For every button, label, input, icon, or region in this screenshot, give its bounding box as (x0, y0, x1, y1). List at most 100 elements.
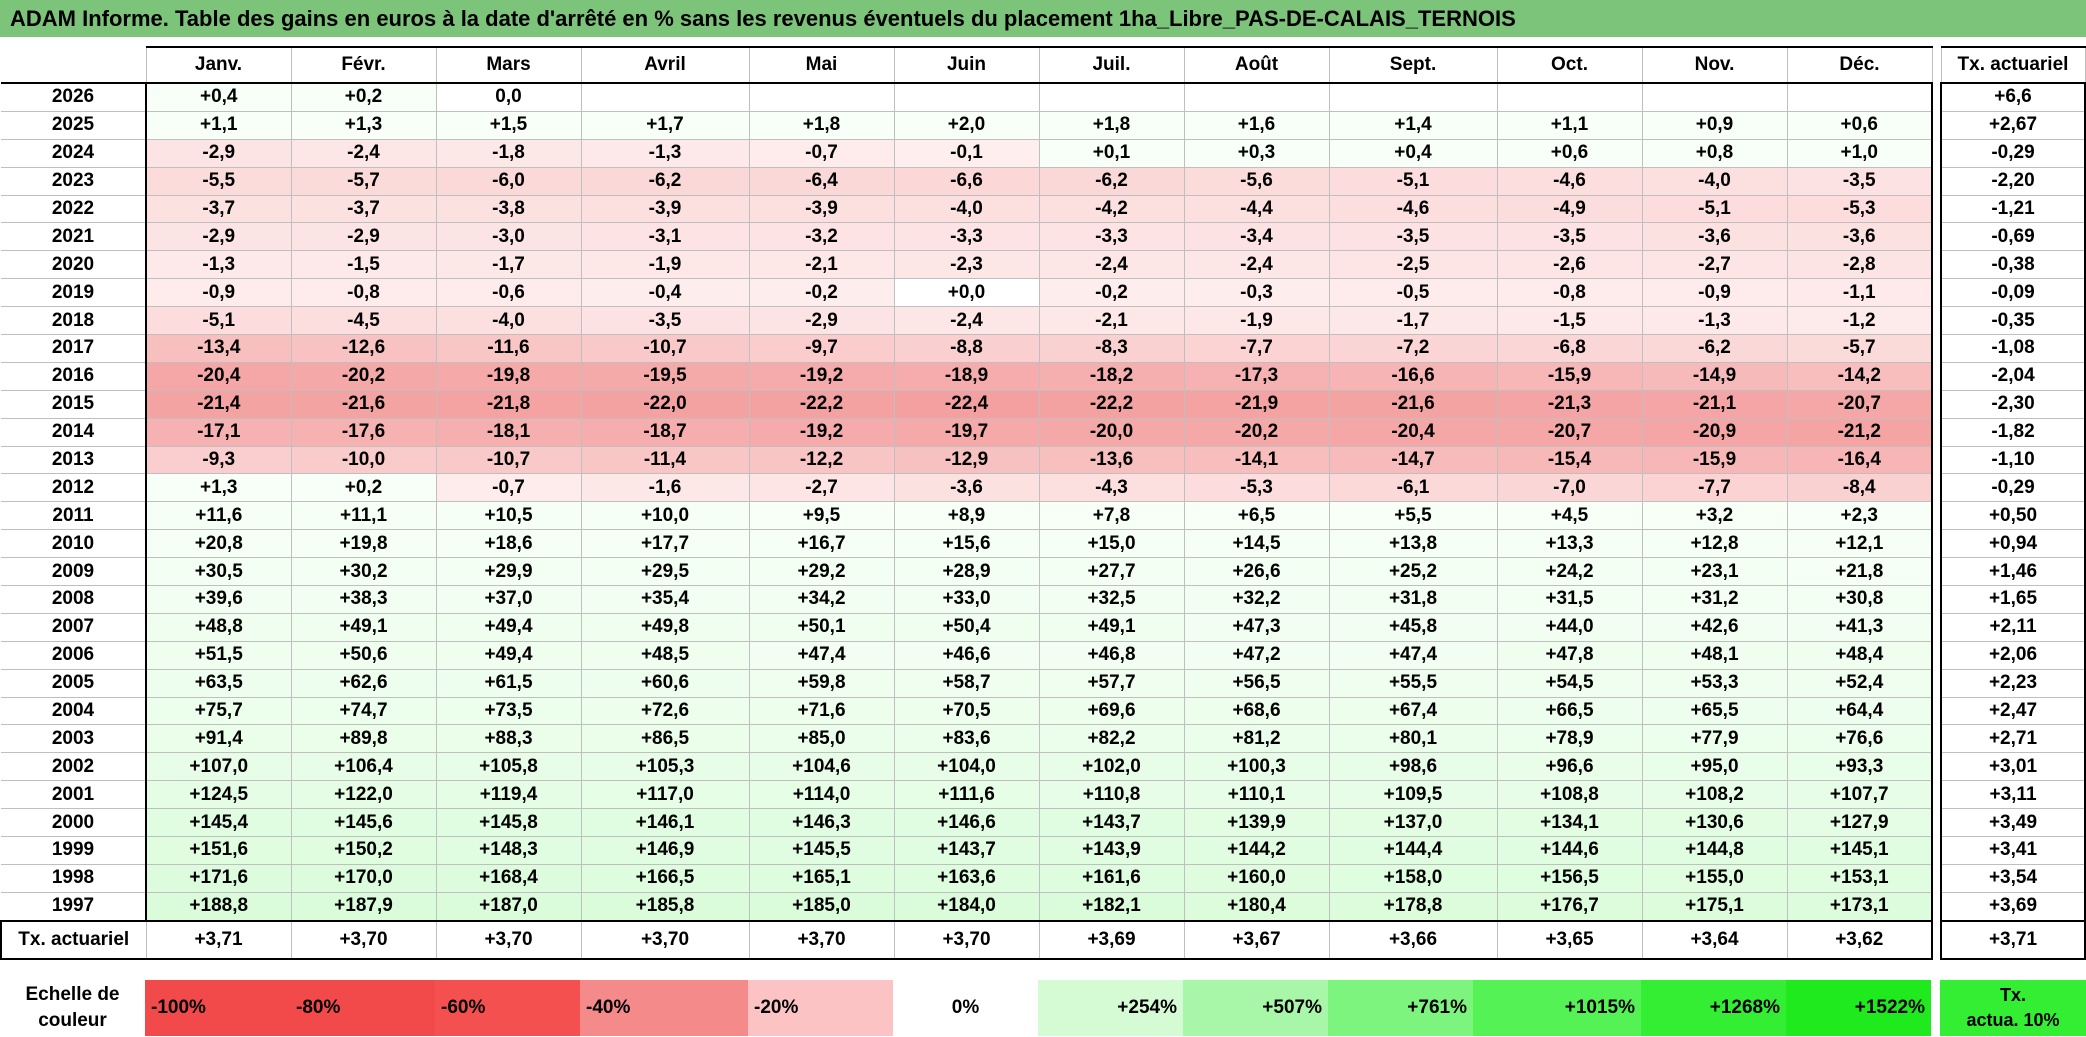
tx-actuariel-cell: -2,04 (1940, 361, 2086, 391)
gain-cell: +1,6 (1183, 110, 1330, 140)
year-label: 2019 (1, 278, 147, 308)
gain-cell: -5,1 (1328, 166, 1498, 196)
gain-cell: -16,4 (1786, 445, 1933, 475)
gain-cell: +107,7 (1786, 780, 1933, 810)
gain-cell: +29,5 (580, 557, 750, 587)
legend-swatch: +1015% (1473, 980, 1641, 1036)
gain-cell: -13,4 (145, 334, 292, 363)
gain-cell: +153,1 (1786, 863, 1933, 893)
gain-cell: -21,3 (1496, 389, 1643, 419)
gain-cell: +67,4 (1328, 696, 1498, 726)
gain-cell: -0,7 (748, 138, 895, 168)
year-label: 2012 (1, 473, 147, 503)
gain-cell: +0,4 (145, 82, 292, 112)
year-label: 2022 (1, 194, 147, 224)
month-header: Sept. (1328, 46, 1498, 84)
gain-cell: -6,8 (1496, 334, 1643, 363)
footer-tx-cell: +3,62 (1786, 919, 1933, 960)
gain-cell: +0,1 (1038, 138, 1185, 168)
gain-cell: +144,6 (1496, 836, 1643, 865)
year-label: 2026 (1, 82, 147, 112)
gain-cell: +182,1 (1038, 891, 1185, 922)
gain-cell: -1,1 (1786, 278, 1933, 308)
gain-cell: -6,1 (1328, 473, 1498, 503)
gain-cell: +11,1 (290, 501, 437, 531)
tx-actuariel-cell: -0,09 (1940, 278, 2086, 308)
gain-cell: +26,6 (1183, 557, 1330, 587)
gain-cell: +46,6 (893, 640, 1040, 670)
table-row: 2013 -9,3 -10,0 -10,7 -11,4 -12,2 -12,9 -13,6 -1… (1, 445, 1933, 475)
gain-cell: -17,1 (145, 417, 292, 447)
footer-label: Tx. actuariel (0, 919, 147, 960)
gain-cell: +144,8 (1641, 836, 1788, 865)
gain-cell: -15,4 (1496, 445, 1643, 475)
gain-cell: -11,6 (435, 334, 582, 363)
gain-cell: +31,2 (1641, 585, 1788, 614)
year-label: 2024 (1, 138, 147, 168)
gain-cell: +20,8 (145, 529, 292, 559)
gain-cell: +0,3 (1183, 138, 1330, 168)
footer-tx-total: +3,71 (1940, 919, 2086, 960)
gain-cell: -13,6 (1038, 445, 1185, 475)
gain-cell: -0,5 (1328, 278, 1498, 308)
gain-cell: +59,8 (748, 668, 895, 698)
gain-cell: -22,0 (580, 389, 750, 419)
gain-cell: -0,6 (435, 278, 582, 308)
gain-cell: +109,5 (1328, 780, 1498, 810)
gain-cell: +13,3 (1496, 529, 1643, 559)
gain-cell: +143,9 (1038, 836, 1185, 865)
gain-cell: +14,5 (1183, 529, 1330, 559)
gain-cell: +38,3 (290, 585, 437, 614)
gain-cell: -3,1 (580, 222, 750, 252)
gain-cell: -19,7 (893, 417, 1040, 447)
gain-cell: -15,9 (1496, 361, 1643, 391)
table-row: 2002 +107,0 +106,4 +105,8 +105,3 +104,6 +104,0… (1, 752, 1933, 782)
gain-cell: +73,5 (435, 696, 582, 726)
gain-cell: +0,6 (1786, 110, 1933, 140)
month-header: Janv. (145, 46, 292, 84)
gain-cell: +145,6 (290, 808, 437, 838)
gain-cell: +74,7 (290, 696, 437, 726)
gain-cell: +185,0 (748, 891, 895, 922)
legend-label: Echelle de couleur (0, 980, 145, 1036)
gain-cell: +137,0 (1328, 808, 1498, 838)
year-label: 2011 (1, 501, 147, 531)
gain-cell: -4,3 (1038, 473, 1185, 503)
gain-cell: -5,1 (1641, 194, 1788, 224)
month-header: Nov. (1641, 46, 1788, 84)
gain-cell: +155,0 (1641, 863, 1788, 893)
gain-cell: +0,0 (893, 278, 1040, 308)
gain-cell: -2,9 (290, 222, 437, 252)
gain-cell: +49,1 (1038, 612, 1185, 642)
legend-swatch: -80% (290, 980, 435, 1036)
gain-cell: +145,1 (1786, 836, 1933, 865)
gain-cell: +19,8 (290, 529, 437, 559)
gain-cell: +175,1 (1641, 891, 1788, 922)
gain-cell: -2,4 (1038, 250, 1185, 280)
gain-cell: -0,2 (1038, 278, 1185, 308)
gain-cell: +148,3 (435, 836, 582, 865)
table-row: 2007 +48,8 +49,1 +49,4 +49,8 +50,1 +50,4 +49,1 +… (1, 612, 1933, 642)
legend-swatch: -60% (435, 980, 580, 1036)
gain-cell: -1,3 (1641, 306, 1788, 336)
table-row: 2011 +11,6 +11,1 +10,5 +10,0 +9,5 +8,9 +7,8 +6,5… (1, 501, 1933, 531)
year-label: 2008 (1, 585, 147, 614)
gain-cell: +151,6 (145, 836, 292, 865)
gain-cell: -21,6 (1328, 389, 1498, 419)
month-header: Juil. (1038, 46, 1185, 84)
legend-tx-line: actua. 10% (1966, 1010, 2060, 1030)
gain-cell: +1,3 (145, 473, 292, 503)
gain-cell: +100,3 (1183, 752, 1330, 782)
gain-cell: +111,6 (893, 780, 1040, 810)
legend-swatch: +761% (1328, 980, 1473, 1036)
gain-cell: -8,3 (1038, 334, 1185, 363)
gain-cell: +29,9 (435, 557, 582, 587)
gain-cell (893, 82, 1040, 112)
gain-cell: -6,2 (1038, 166, 1185, 196)
gain-cell: -18,9 (893, 361, 1040, 391)
gain-cell: +1,1 (145, 110, 292, 140)
gain-cell: +63,5 (145, 668, 292, 698)
footer-tx-cell: +3,71 (145, 919, 292, 960)
gain-cell: +144,2 (1183, 836, 1330, 865)
gain-cell: +93,3 (1786, 752, 1933, 782)
